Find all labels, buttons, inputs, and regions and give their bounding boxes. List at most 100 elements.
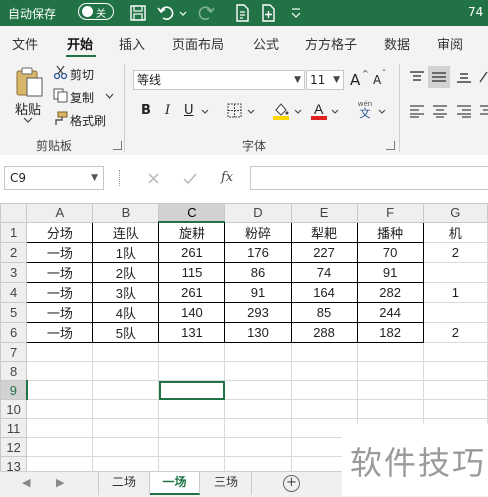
cell[interactable]: 115 <box>158 262 226 283</box>
cell[interactable] <box>92 380 160 400</box>
cell[interactable]: 85 <box>290 302 358 323</box>
cell[interactable]: 播种 <box>356 221 424 243</box>
align-middle-button[interactable] <box>428 66 450 88</box>
borders-dropdown-icon[interactable] <box>247 109 255 115</box>
row-header[interactable]: 2 <box>0 242 28 263</box>
cell[interactable]: 5队 <box>92 322 160 343</box>
cell[interactable]: 一场 <box>26 282 94 303</box>
cell[interactable]: 1 <box>422 282 488 303</box>
italic-button[interactable]: I <box>165 103 170 118</box>
cell[interactable]: 227 <box>290 242 358 263</box>
cell[interactable]: 164 <box>290 282 358 303</box>
row-header[interactable]: 13 <box>0 456 28 471</box>
cell[interactable] <box>26 437 94 457</box>
cell[interactable]: 旋耕 <box>158 221 226 243</box>
cell[interactable] <box>26 418 94 438</box>
underline-button[interactable]: U <box>184 103 194 118</box>
cell[interactable] <box>422 342 488 362</box>
tab-insert[interactable]: 插入 <box>119 34 145 53</box>
document-icon[interactable] <box>232 3 252 23</box>
cell[interactable]: 2队 <box>92 262 160 283</box>
cell[interactable] <box>224 399 292 419</box>
cell[interactable]: 261 <box>158 282 226 303</box>
cell[interactable] <box>224 418 292 438</box>
name-box[interactable]: C9 ▼ <box>4 166 104 190</box>
cell[interactable]: 293 <box>224 302 292 323</box>
copy-button[interactable]: 复制 <box>70 89 94 106</box>
cell[interactable] <box>422 399 488 419</box>
tab-fangfang[interactable]: 方方格子 <box>305 34 357 53</box>
cell[interactable]: 282 <box>356 282 424 303</box>
cell[interactable]: 74 <box>290 262 358 283</box>
grow-font-button[interactable]: A <box>350 71 360 89</box>
copy-dropdown-icon[interactable] <box>105 93 114 100</box>
cell[interactable]: 2 <box>422 322 488 343</box>
cell[interactable] <box>158 361 226 381</box>
cell[interactable] <box>26 456 94 471</box>
align-right-icon[interactable] <box>455 104 473 118</box>
align-bottom-icon[interactable] <box>455 70 473 84</box>
cell[interactable] <box>224 456 292 471</box>
cell[interactable] <box>290 342 358 362</box>
tab-page-layout[interactable]: 页面布局 <box>172 34 224 53</box>
column-header[interactable]: D <box>224 203 292 223</box>
undo-dropdown-icon[interactable] <box>178 3 188 23</box>
cell[interactable]: 连队 <box>92 221 160 243</box>
cell[interactable]: 261 <box>158 242 226 263</box>
cell[interactable] <box>356 342 424 362</box>
font-color-dropdown-icon[interactable] <box>331 109 339 115</box>
cancel-icon[interactable] <box>147 172 160 185</box>
font-launcher-icon[interactable] <box>386 141 395 150</box>
row-header[interactable]: 5 <box>0 302 28 323</box>
cell[interactable] <box>422 380 488 400</box>
cell[interactable] <box>422 361 488 381</box>
fill-color-dropdown-icon[interactable] <box>294 109 302 115</box>
borders-icon[interactable] <box>227 103 242 118</box>
shrink-font-button[interactable]: A <box>373 73 381 87</box>
cell[interactable]: 244 <box>356 302 424 323</box>
row-header[interactable]: 8 <box>0 361 28 381</box>
cell[interactable]: 4队 <box>92 302 160 323</box>
fill-color-icon[interactable] <box>272 101 290 120</box>
cell[interactable]: 犁耙 <box>290 221 358 243</box>
column-header[interactable]: A <box>26 203 94 223</box>
select-all-corner[interactable] <box>0 203 28 223</box>
font-size-select[interactable]: 11 ▼ <box>306 70 344 90</box>
align-left-icon[interactable] <box>408 104 426 118</box>
cell[interactable] <box>356 399 424 419</box>
cell[interactable]: 2 <box>422 242 488 263</box>
row-header[interactable]: 9 <box>0 380 28 400</box>
column-header[interactable]: E <box>290 203 358 223</box>
align-center-icon[interactable] <box>431 104 449 118</box>
enter-check-icon[interactable] <box>183 172 197 185</box>
cell[interactable] <box>290 380 358 400</box>
cell[interactable] <box>92 418 160 438</box>
cell[interactable] <box>158 399 226 419</box>
active-cell[interactable] <box>158 380 226 400</box>
cell[interactable] <box>422 302 488 323</box>
paste-icon[interactable] <box>14 66 46 98</box>
cell[interactable] <box>26 361 94 381</box>
clipboard-launcher-icon[interactable] <box>113 141 122 150</box>
phonetic-dropdown-icon[interactable] <box>378 109 386 115</box>
cell[interactable]: 一场 <box>26 242 94 263</box>
tab-file[interactable]: 文件 <box>12 34 38 53</box>
cell[interactable] <box>158 437 226 457</box>
cell[interactable]: 分场 <box>26 221 94 243</box>
cell[interactable]: 86 <box>224 262 292 283</box>
paste-dropdown-icon[interactable] <box>23 116 33 124</box>
phonetic-button[interactable]: wén 文 <box>355 100 375 120</box>
cell[interactable]: 288 <box>290 322 358 343</box>
orientation-icon[interactable] <box>478 70 488 84</box>
row-header[interactable]: 1 <box>0 221 28 243</box>
underline-dropdown-icon[interactable] <box>201 109 209 115</box>
tab-home[interactable]: 开始 <box>67 34 93 53</box>
cell[interactable] <box>158 418 226 438</box>
cell[interactable]: 182 <box>356 322 424 343</box>
column-header[interactable]: F <box>356 203 424 223</box>
cell[interactable] <box>92 456 160 471</box>
cell[interactable] <box>26 342 94 362</box>
indent-icon[interactable] <box>478 104 488 118</box>
tab-review[interactable]: 审阅 <box>437 34 463 53</box>
sheet-tab[interactable]: 三场 <box>201 472 252 495</box>
